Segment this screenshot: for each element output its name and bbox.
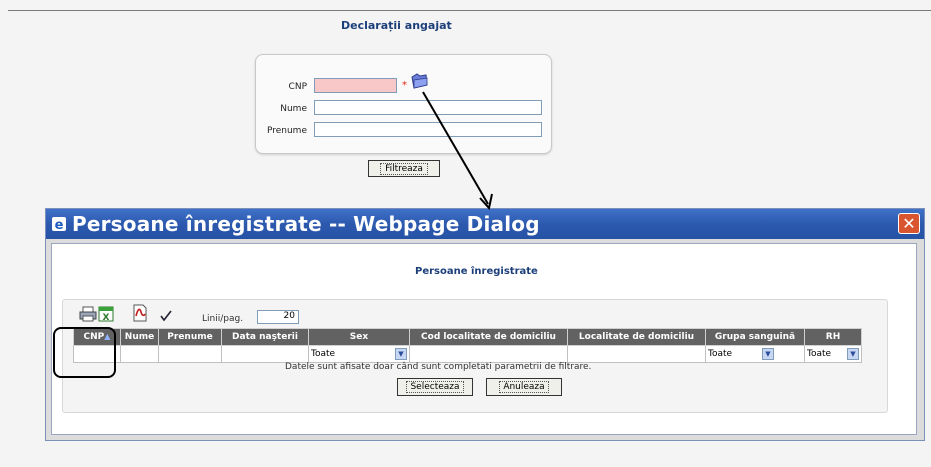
annotation-arrow <box>422 91 493 211</box>
